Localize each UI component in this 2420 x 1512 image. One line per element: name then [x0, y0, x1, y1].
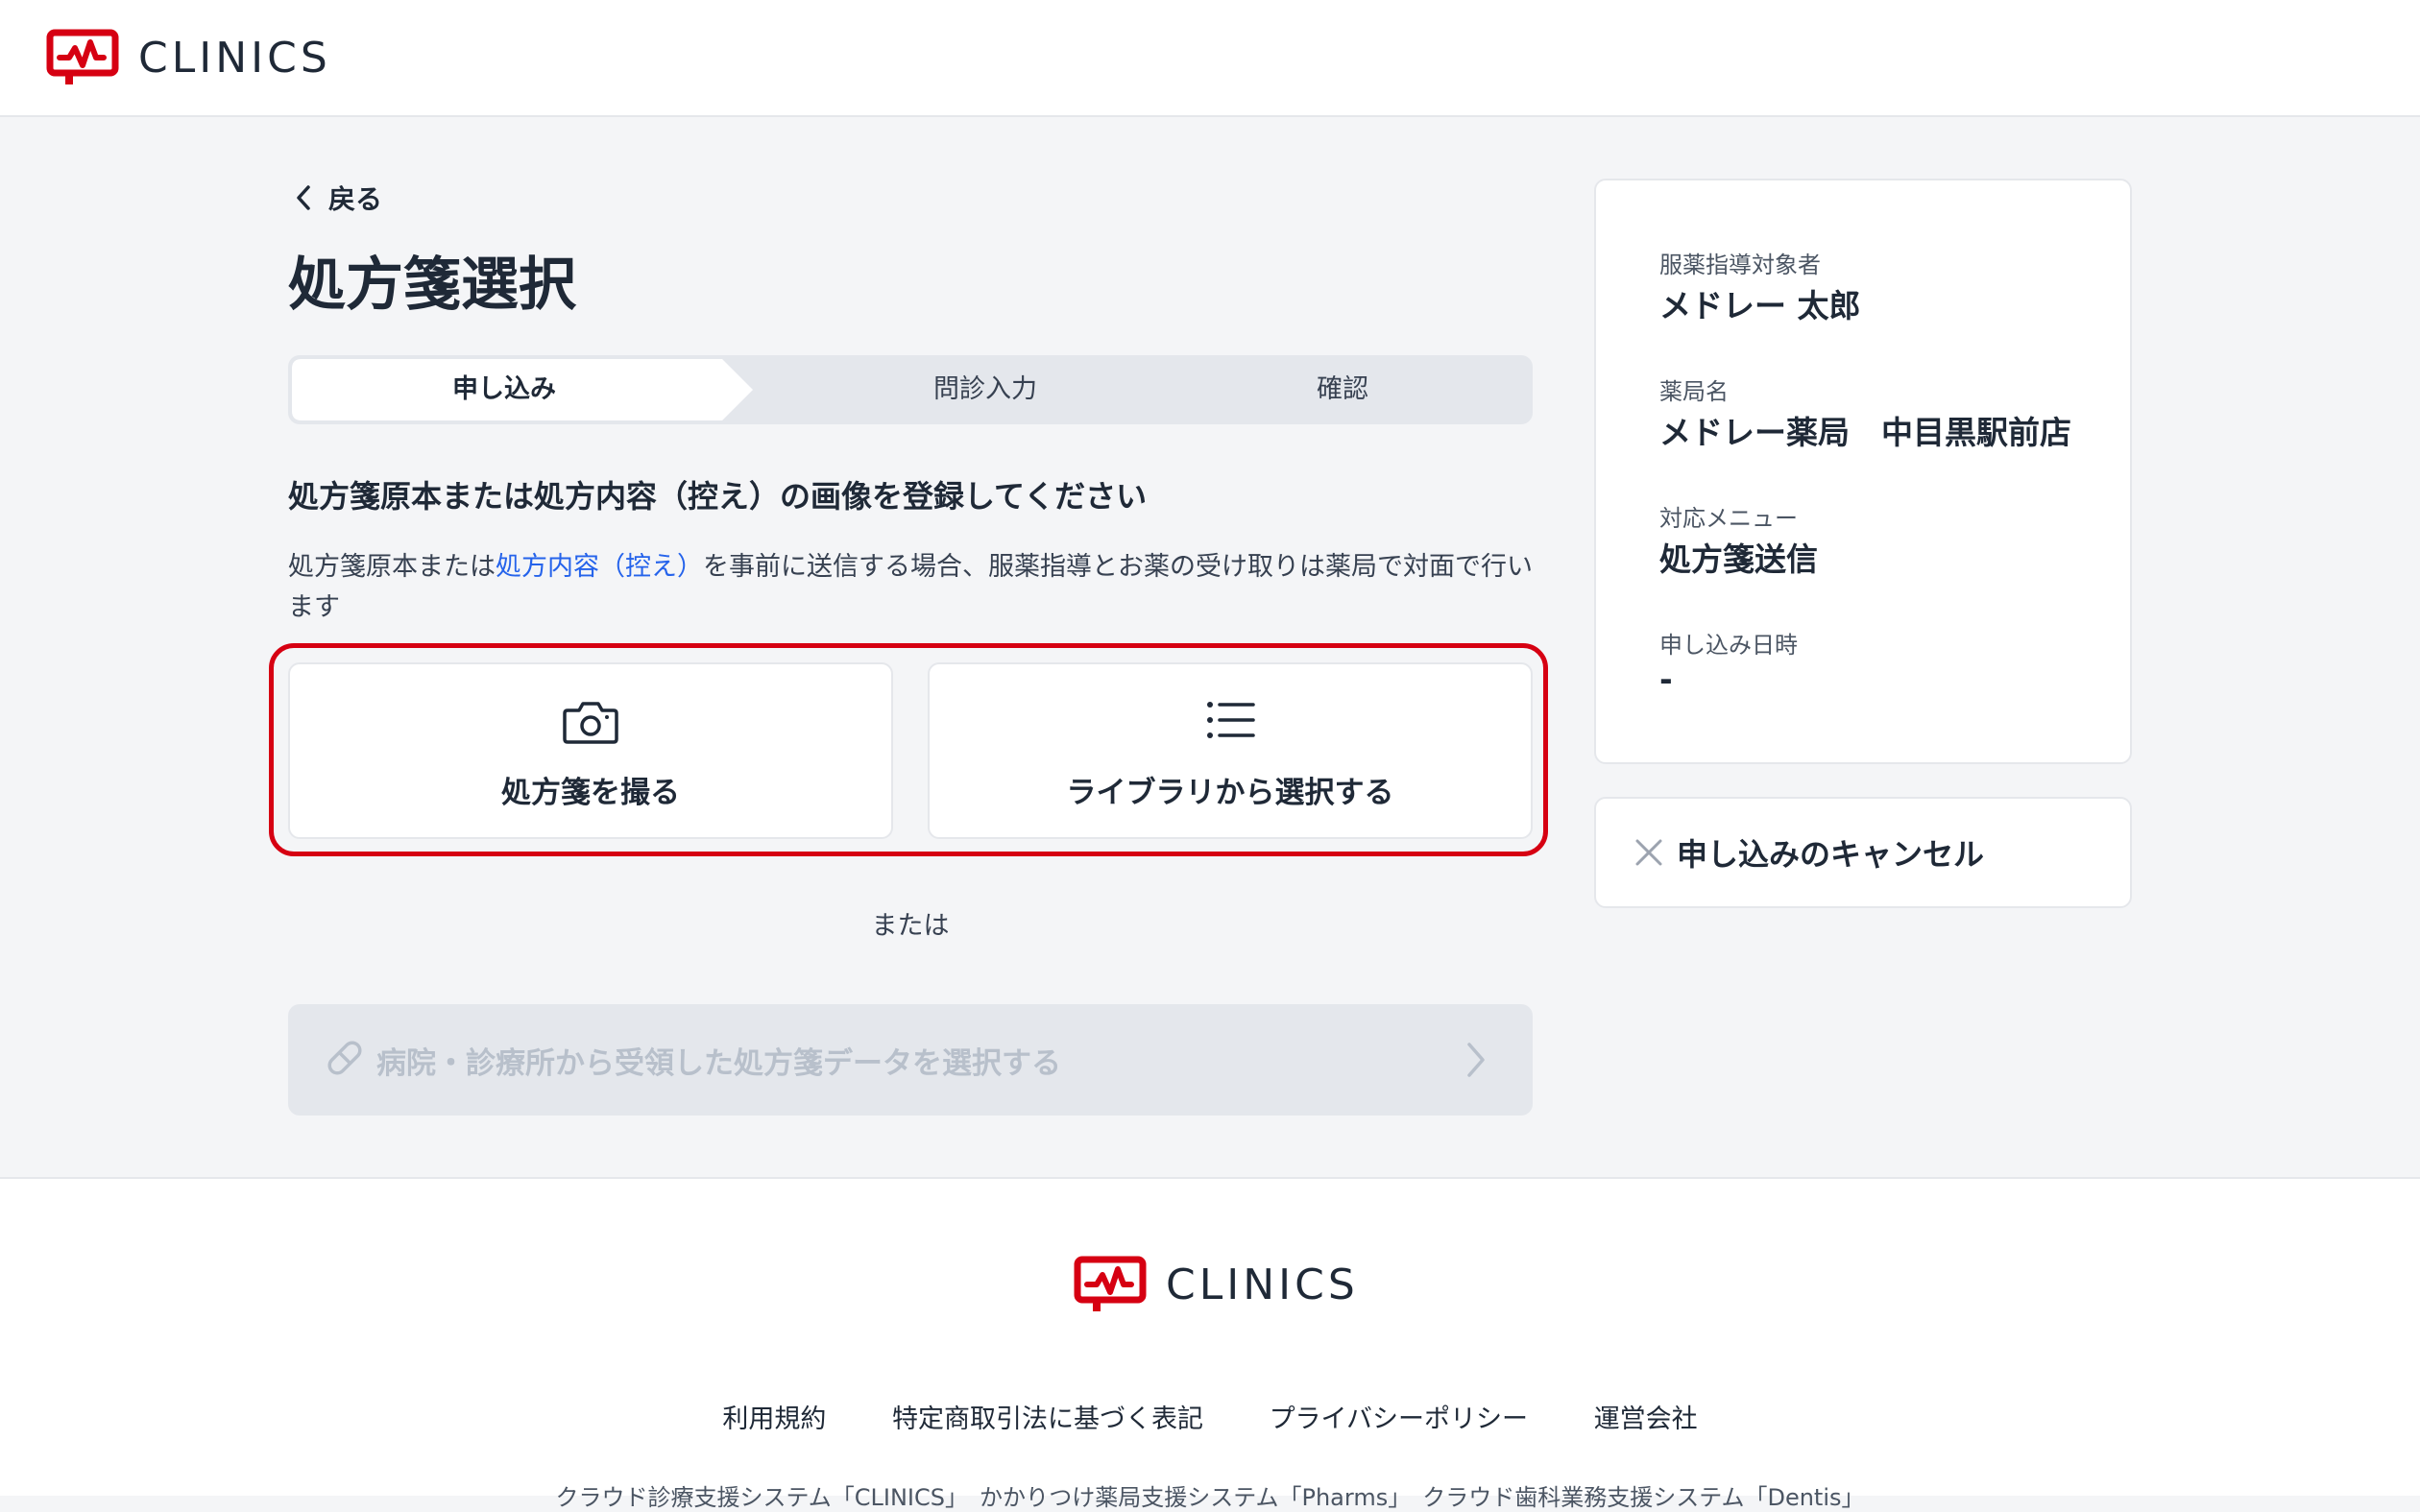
date-label: 申し込み日時 — [1659, 632, 1798, 659]
select-from-library-button[interactable]: ライブラリから選択する — [928, 662, 1533, 839]
patient-value: メドレー 太郎 — [1659, 287, 1861, 324]
footer-service-note: クラウド診療支援システム「CLINICS」 かかりつけ薬局支援システム「Phar… — [555, 1484, 1865, 1511]
company-link[interactable]: 運営会社 — [1594, 1404, 1698, 1434]
prescription-copy-link[interactable]: 処方内容（控え） — [496, 552, 703, 582]
back-label: 戻る — [328, 183, 383, 215]
pharmacy-label: 薬局名 — [1659, 378, 1729, 405]
take-photo-label: 処方箋を撮る — [501, 776, 680, 810]
menu-value: 処方箋送信 — [1659, 540, 1818, 578]
privacy-policy-link[interactable]: プライバシーポリシー — [1270, 1404, 1528, 1434]
cancel-application-label: 申し込みのキャンセル — [1677, 836, 1985, 873]
commercial-transactions-link[interactable]: 特定商取引法に基づく表記 — [892, 1404, 1203, 1434]
footer-links: 利用規約 特定商取引法に基づく表記 プライバシーポリシー 運営会社 — [0, 1398, 2420, 1435]
page-title: 処方箋選択 — [288, 252, 576, 319]
or-separator: または — [871, 911, 950, 941]
patient-label: 服薬指導対象者 — [1659, 252, 1821, 278]
step-confirm: 確認 — [1317, 374, 1368, 404]
clinics-logo[interactable]: CLINICS — [46, 29, 331, 86]
instruction-description: 処方箋原本または処方内容（控え）を事前に送信する場合、服薬指導とお薬の受け取りは… — [288, 547, 1546, 628]
back-link[interactable]: 戻る — [294, 179, 382, 217]
hospital-prescription-select-button[interactable]: 病院・診療所から受領した処方箋データを選択する — [288, 1004, 1533, 1116]
app-header: CLINICS — [0, 0, 2420, 117]
chevron-right-icon — [1465, 1041, 1487, 1083]
pharmacy-value: メドレー薬局 中目黒駅前店 — [1659, 414, 2071, 451]
footer-logo-text: CLINICS — [1166, 1260, 1359, 1309]
menu-label: 対応メニュー — [1659, 505, 1798, 532]
clinics-logo-icon — [1074, 1256, 1147, 1311]
instruction-title: 処方箋原本または処方内容（控え）の画像を登録してください — [288, 478, 1148, 515]
camera-icon — [562, 699, 619, 749]
date-value: - — [1659, 660, 1673, 698]
take-photo-button[interactable]: 処方箋を撮る — [288, 662, 893, 839]
terms-link[interactable]: 利用規約 — [722, 1404, 826, 1434]
logo-text: CLINICS — [138, 33, 331, 83]
select-from-library-label: ライブラリから選択する — [1066, 776, 1394, 810]
cancel-application-button[interactable]: 申し込みのキャンセル — [1594, 797, 2132, 908]
pill-icon — [323, 1036, 367, 1084]
progress-steps: 申し込み 問診入力 確認 — [288, 355, 1533, 424]
description-text-1: 処方箋原本または — [288, 552, 496, 582]
step-questionnaire: 問診入力 — [933, 374, 1037, 404]
page-footer: CLINICS 利用規約 特定商取引法に基づく表記 プライバシーポリシー 運営会… — [0, 1177, 2420, 1511]
step-apply: 申し込み — [452, 374, 556, 404]
close-icon — [1635, 839, 1662, 866]
footer-clinics-logo[interactable]: CLINICS — [1074, 1256, 1359, 1313]
clinics-logo-icon — [46, 29, 119, 84]
list-icon — [1205, 699, 1255, 745]
chevron-left-icon — [297, 185, 310, 210]
reservation-info-card: 服薬指導対象者 メドレー 太郎 薬局名 メドレー薬局 中目黒駅前店 対応メニュー… — [1594, 179, 2132, 764]
hospital-prescription-select-label: 病院・診療所から受領した処方箋データを選択する — [376, 1045, 1061, 1081]
